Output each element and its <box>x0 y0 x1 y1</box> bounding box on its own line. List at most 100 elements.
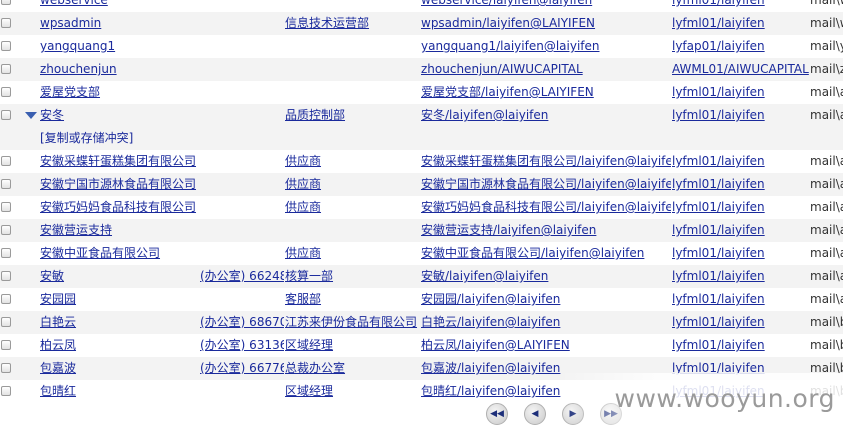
row-checkbox[interactable] <box>1 110 11 120</box>
mail-server-link[interactable]: lyfml01/laiyifen <box>672 338 765 352</box>
contact-table: webservice webservice/laiyifen@laiyifen ly… <box>0 0 843 403</box>
mail-address-link[interactable]: 安徽巧妈妈食品科技有限公司/laiyifen@laiyifen <box>421 200 671 214</box>
department-link[interactable]: 区域经理 <box>285 384 333 398</box>
contact-name-link[interactable]: 柏云凤 <box>40 338 76 352</box>
expand-triangle-icon[interactable] <box>25 112 37 119</box>
mail-file-text: mail\a <box>810 292 843 306</box>
contact-name-link[interactable]: 安徽宁国市源林食品有限公司 <box>40 177 196 191</box>
department-link[interactable]: 客服部 <box>285 292 321 306</box>
mail-address-link[interactable]: 包晴红/laiyifen@laiyifen <box>421 384 560 398</box>
mail-address-cell: 安园园/laiyifen@laiyifen <box>421 288 671 311</box>
last-page-button[interactable]: ▶▶ <box>600 403 622 425</box>
row-checkbox[interactable] <box>1 294 11 304</box>
contact-name-cell: 包嘉波 <box>40 357 200 380</box>
department-link[interactable]: 供应商 <box>285 154 321 168</box>
mail-server-link[interactable]: lyfml01/laiyifen <box>672 200 765 214</box>
contact-name-link[interactable]: zhouchenjun <box>40 62 117 76</box>
office-phone-link[interactable]: (办公室) 66776 <box>200 361 284 375</box>
row-checkbox[interactable] <box>1 0 11 5</box>
contact-name-link[interactable]: 安冬 <box>40 108 64 122</box>
mail-server-link[interactable]: lyfml01/laiyifen <box>672 315 765 329</box>
first-page-button[interactable]: ◀◀ <box>486 403 508 425</box>
contact-name-link[interactable]: 安徽中亚食品有限公司 <box>40 246 160 260</box>
contact-name-link[interactable]: 包嘉波 <box>40 361 76 375</box>
mail-address-link[interactable]: 白艳云/laiyifen@laiyifen <box>421 315 560 329</box>
row-checkbox[interactable] <box>1 248 11 258</box>
row-checkbox[interactable] <box>1 18 11 28</box>
contact-name-link[interactable]: 包晴红 <box>40 384 76 398</box>
row-checkbox[interactable] <box>1 41 11 51</box>
contact-name-link[interactable]: 安徽巧妈妈食品科技有限公司 <box>40 200 196 214</box>
mail-address-link[interactable]: 包嘉波/laiyifen@laiyifen <box>421 361 560 375</box>
mail-address-cell: 包嘉波/laiyifen@laiyifen <box>421 357 671 380</box>
conflict-note[interactable]: [复制或存储冲突] <box>40 127 133 150</box>
row-checkbox[interactable] <box>1 386 11 396</box>
office-phone-link[interactable]: (办公室) 63136 <box>200 338 284 352</box>
mail-server-link[interactable]: lyfml01/laiyifen <box>672 0 765 7</box>
office-phone-link[interactable]: (办公室) 66248 <box>200 269 284 283</box>
office-phone-link[interactable]: (办公室) 68670 <box>200 315 284 329</box>
mail-address-link[interactable]: 安徽采蝶轩蛋糕集团有限公司/laiyifen@laiyifen <box>421 154 671 168</box>
row-checkbox[interactable] <box>1 225 11 235</box>
row-checkbox[interactable] <box>1 340 11 350</box>
row-checkbox[interactable] <box>1 179 11 189</box>
mail-address-link[interactable]: yangquang1/laiyifen@laiyifen <box>421 39 600 53</box>
contact-name-link[interactable]: 安园园 <box>40 292 76 306</box>
mail-server-link[interactable]: lyfap01/laiyifen <box>672 39 765 53</box>
mail-server-link[interactable]: lyfml01/laiyifen <box>672 269 765 283</box>
department-link[interactable]: 供应商 <box>285 200 321 214</box>
mail-server-link[interactable]: lyfml01/laiyifen <box>672 108 765 122</box>
row-checkbox[interactable] <box>1 271 11 281</box>
contact-name-link[interactable]: 安敏 <box>40 269 64 283</box>
contact-name-link[interactable]: yangquang1 <box>40 39 115 53</box>
mail-server-link[interactable]: lyfml01/laiyifen <box>672 384 765 398</box>
contact-name-link[interactable]: 安徽营运支持 <box>40 223 112 237</box>
previous-page-button[interactable]: ◀ <box>524 403 546 425</box>
department-link[interactable]: 区域经理 <box>285 338 333 352</box>
mail-server-link[interactable]: lyfml01/laiyifen <box>672 154 765 168</box>
row-checkbox[interactable] <box>1 202 11 212</box>
mail-address-link[interactable]: wpsadmin/laiyifen@LAIYIFEN <box>421 16 595 30</box>
row-checkbox[interactable] <box>1 363 11 373</box>
mail-server-link[interactable]: lyfml01/laiyifen <box>672 361 765 375</box>
department-link[interactable]: 江苏来伊份食品有限公司 <box>285 315 417 329</box>
mail-server-link[interactable]: lyfml01/laiyifen <box>672 292 765 306</box>
department-link[interactable]: 供应商 <box>285 177 321 191</box>
row-checkbox[interactable] <box>1 156 11 166</box>
mail-server-link[interactable]: lyfml01/laiyifen <box>672 246 765 260</box>
mail-address-link[interactable]: 安徽中亚食品有限公司/laiyifen@laiyifen <box>421 246 644 260</box>
next-page-button[interactable]: ▶ <box>562 403 584 425</box>
department-link[interactable]: 供应商 <box>285 246 321 260</box>
mail-address-link[interactable]: 安徽宁国市源林食品有限公司/laiyifen@laiyifen <box>421 177 671 191</box>
mail-server-cell: lyfap01/laiyifen <box>672 35 809 58</box>
mail-address-link[interactable]: 安冬/laiyifen@laiyifen <box>421 108 548 122</box>
mail-address-link[interactable]: webservice/laiyifen@laiyifen <box>421 0 592 7</box>
mail-server-link[interactable]: AWML01/AIWUCAPITAL <box>672 62 809 76</box>
row-checkbox[interactable] <box>1 64 11 74</box>
department-link[interactable]: 信息技术运营部 <box>285 16 369 30</box>
department-link[interactable]: 品质控制部 <box>285 108 345 122</box>
department-link[interactable]: 总裁办公室 <box>285 361 345 375</box>
table-row: webservice webservice/laiyifen@laiyifen ly… <box>0 0 843 12</box>
row-checkbox[interactable] <box>1 87 11 97</box>
contact-name-link[interactable]: wpsadmin <box>40 16 101 30</box>
mail-server-link[interactable]: lyfml01/laiyifen <box>672 16 765 30</box>
mail-server-link[interactable]: lyfml01/laiyifen <box>672 177 765 191</box>
contact-name-link[interactable]: 白艳云 <box>40 315 76 329</box>
mail-address-link[interactable]: 安园园/laiyifen@laiyifen <box>421 292 560 306</box>
mail-server-cell: lyfml01/laiyifen <box>672 196 809 219</box>
mail-address-link[interactable]: 柏云凤/laiyifen@LAIYIFEN <box>421 338 570 352</box>
mail-server-link[interactable]: lyfml01/laiyifen <box>672 223 765 237</box>
mail-address-link[interactable]: 安徽营运支持/laiyifen@laiyifen <box>421 223 596 237</box>
contact-name-link[interactable]: 爱屋党支部 <box>40 85 100 99</box>
mail-server-link[interactable]: lyfml01/laiyifen <box>672 85 765 99</box>
row-checkbox[interactable] <box>1 317 11 327</box>
mail-address-link[interactable]: zhouchenjun/AIWUCAPITAL <box>421 62 583 76</box>
office-phone-cell <box>200 150 284 173</box>
contact-name-link[interactable]: 安徽采蝶轩蛋糕集团有限公司 <box>40 154 196 168</box>
table-row: wpsadmin 信息技术运营部 wpsadmin/laiyifen@LAIYIFE… <box>0 12 843 35</box>
mail-address-link[interactable]: 爱屋党支部/laiyifen@LAIYIFEN <box>421 85 594 99</box>
contact-name-link[interactable]: webservice <box>40 0 108 7</box>
mail-address-link[interactable]: 安敏/laiyifen@laiyifen <box>421 269 548 283</box>
department-link[interactable]: 核算一部 <box>285 269 333 283</box>
